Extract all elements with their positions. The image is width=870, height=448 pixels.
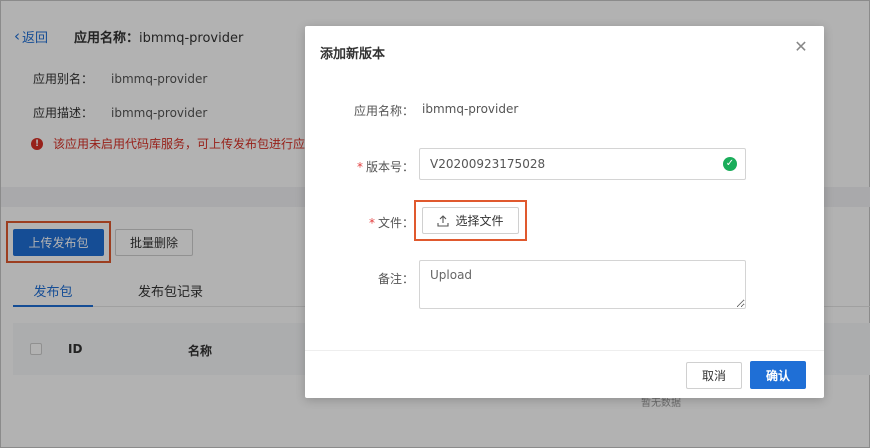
version-input[interactable]	[419, 148, 746, 180]
version-label-text: 版本号：	[365, 160, 414, 174]
check-circle-icon: ✓	[723, 157, 737, 171]
cancel-button[interactable]: 取消	[686, 362, 742, 389]
required-marker: *	[368, 216, 375, 230]
dialog-title: 添加新版本	[320, 47, 386, 62]
dialog-app-name-label: 应用名称：	[353, 104, 414, 118]
confirm-button[interactable]: 确认	[750, 361, 806, 389]
file-label-text: 文件：	[377, 216, 414, 230]
version-label: * 版本号：	[357, 158, 414, 175]
add-version-dialog: 添加新版本 ✕ 应用名称： ibmmq-provider *版本号： ✓ *文件…	[305, 26, 824, 398]
dialog-footer-divider	[305, 350, 824, 351]
remark-label: 备注：	[377, 272, 414, 286]
file-label: * 文件：	[369, 214, 414, 231]
remark-textarea[interactable]	[419, 260, 746, 309]
required-marker: *	[356, 160, 363, 174]
dialog-app-name-value: ibmmq-provider	[422, 102, 519, 116]
close-icon[interactable]: ✕	[794, 39, 808, 55]
file-button-highlight	[414, 200, 527, 241]
